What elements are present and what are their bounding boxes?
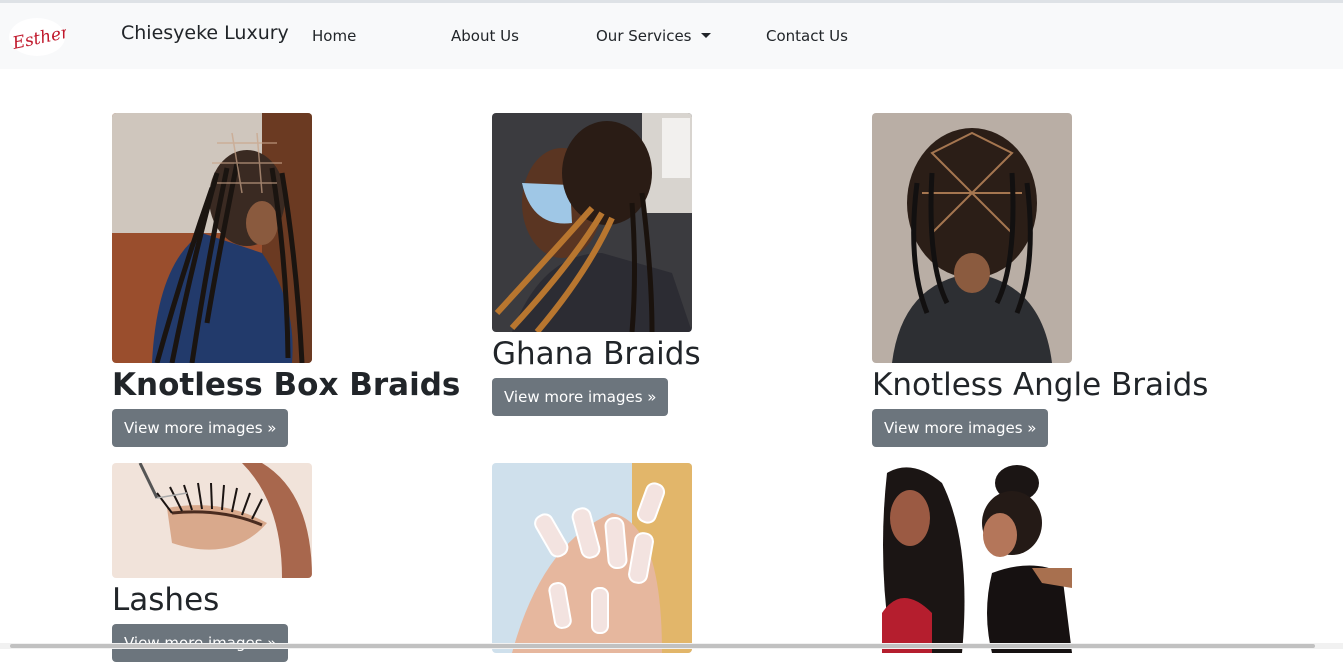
nav-about-us[interactable]: About Us: [451, 27, 519, 45]
logo[interactable]: Esther: [8, 17, 72, 57]
view-more-images-button[interactable]: View more images »: [872, 409, 1049, 447]
ghana-braids-image[interactable]: [492, 113, 692, 332]
wigs-image[interactable]: [872, 463, 1072, 653]
nails-image[interactable]: [492, 463, 692, 653]
nav-our-services-label: Our Services: [596, 27, 692, 45]
service-title: Ghana Braids: [492, 336, 701, 372]
horizontal-scrollbar-thumb[interactable]: [10, 644, 1315, 648]
navbar: Esther Chiesyeke Luxury Home About Us Ou…: [0, 3, 1343, 69]
horizontal-scrollbar[interactable]: [0, 643, 1343, 649]
knotless-box-braids-image[interactable]: [112, 113, 312, 363]
service-title: Knotless Box Braids: [112, 367, 461, 403]
view-more-images-button[interactable]: View more images »: [112, 409, 289, 447]
nav-home[interactable]: Home: [312, 27, 356, 45]
caret-down-icon: [700, 33, 711, 38]
view-more-images-button[interactable]: View more images »: [492, 378, 669, 416]
lashes-image[interactable]: [112, 463, 312, 578]
service-title: Lashes: [112, 582, 220, 618]
nav-our-services-dropdown[interactable]: Our Services: [596, 27, 711, 45]
knotless-angle-braids-image[interactable]: [872, 113, 1072, 363]
brand-link[interactable]: Chiesyeke Luxury: [121, 22, 289, 44]
nav-contact-us[interactable]: Contact Us: [766, 27, 848, 45]
service-title: Knotless Angle Braids: [872, 367, 1209, 403]
